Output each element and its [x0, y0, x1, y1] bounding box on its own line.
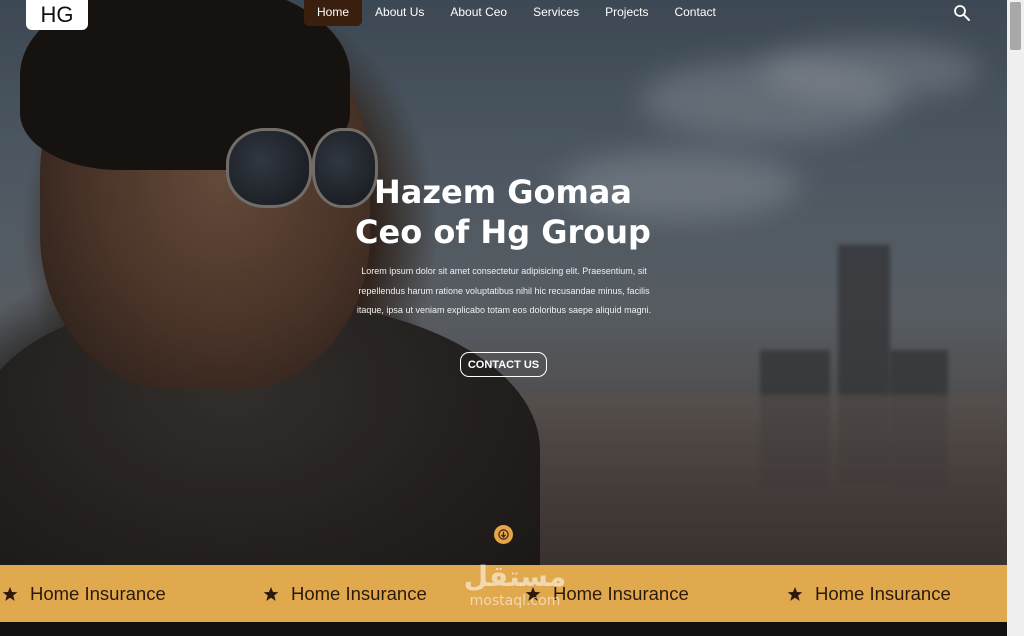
logo-text: HG	[40, 2, 74, 27]
hero-description: Lorem ipsum dolor sit amet consectetur a…	[356, 266, 652, 315]
arrow-down-circle-icon[interactable]	[494, 525, 513, 544]
watermark: مستقل mostaql.com	[440, 560, 590, 608]
logo[interactable]: HG	[26, 0, 88, 30]
search-icon[interactable]	[953, 4, 971, 22]
star-icon	[263, 586, 279, 601]
marquee-item-label: Home Insurance	[815, 582, 951, 604]
nav-item-services[interactable]: Services	[520, 0, 592, 26]
star-icon	[2, 586, 18, 601]
hero-title: Hazem Gomaa Ceo of Hg Group	[303, 172, 703, 252]
nav-item-about-ceo[interactable]: About Ceo	[437, 0, 520, 26]
nav-item-contact[interactable]: Contact	[661, 0, 728, 26]
marquee-item-label: Home Insurance	[291, 582, 427, 604]
marquee-item: Home Insurance	[2, 565, 166, 622]
marquee-item: Home Insurance	[263, 565, 427, 622]
marquee-item: Home Insurance	[787, 565, 951, 622]
vertical-scrollbar[interactable]	[1007, 0, 1024, 636]
main-nav: Home About Us About Ceo Services Project…	[304, 0, 729, 26]
star-icon	[787, 586, 803, 601]
page-bottom-strip	[0, 622, 1007, 636]
scrollbar-thumb[interactable]	[1010, 2, 1021, 50]
watermark-arabic: مستقل	[463, 560, 567, 593]
marquee-item-label: Home Insurance	[30, 582, 166, 604]
nav-item-home[interactable]: Home	[304, 0, 363, 26]
nav-item-projects[interactable]: Projects	[592, 0, 661, 26]
watermark-latin: mostaql.com	[469, 593, 561, 609]
hero-title-role: Ceo of Hg Group	[355, 213, 651, 251]
hero-title-name: Hazem Gomaa	[374, 173, 632, 211]
nav-item-about-us[interactable]: About Us	[362, 0, 437, 26]
contact-us-button[interactable]: CONTACT US	[460, 352, 547, 377]
